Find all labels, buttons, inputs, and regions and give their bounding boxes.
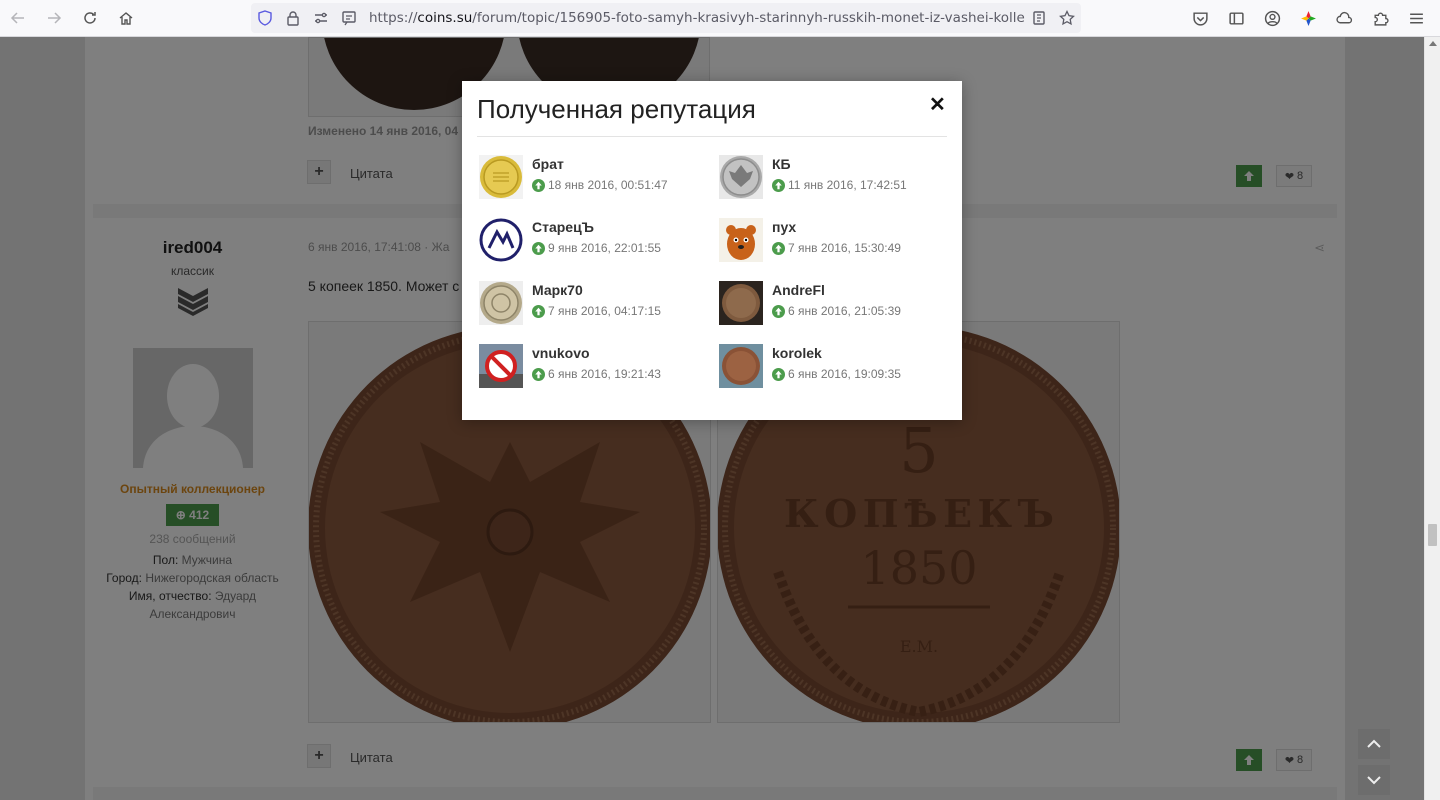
extension-colorful-icon[interactable] [1290, 0, 1326, 36]
bookmark-star-icon[interactable] [1053, 10, 1081, 26]
page-info-icon[interactable] [335, 10, 363, 26]
reload-button[interactable] [72, 0, 108, 36]
scroll-thumb[interactable] [1428, 524, 1437, 546]
arrow-up-circle-icon [532, 304, 545, 318]
user-avatar[interactable] [719, 281, 763, 325]
user-name[interactable]: брат [532, 156, 564, 172]
user-name[interactable]: пух [772, 219, 796, 235]
close-icon[interactable]: ✕ [929, 95, 946, 115]
list-item: СтарецЪ 9 янв 2016, 22:01:55 [479, 218, 709, 264]
account-icon[interactable] [1254, 0, 1290, 36]
rep-date: 7 янв 2016, 15:30:49 [772, 241, 901, 255]
user-avatar[interactable] [479, 344, 523, 388]
url-host: coins.su [417, 10, 473, 26]
hamburger-menu-icon[interactable] [1398, 0, 1434, 36]
reputation-modal: Полученная репутация ✕ брат 18 янв 2016,… [462, 81, 962, 420]
list-item: Марк70 7 янв 2016, 04:17:15 [479, 281, 709, 327]
rep-date: 6 янв 2016, 19:21:43 [532, 367, 661, 381]
user-avatar[interactable] [719, 155, 763, 199]
user-name[interactable]: Марк70 [532, 282, 583, 298]
url-bar[interactable]: https://coins.su/forum/topic/156905-foto… [251, 3, 1081, 33]
chevron-up-icon [1367, 739, 1381, 748]
user-name[interactable]: korolek [772, 345, 822, 361]
page-scrollbar[interactable] [1424, 37, 1440, 800]
list-item: vnukovo 6 янв 2016, 19:21:43 [479, 344, 709, 390]
user-avatar[interactable] [479, 218, 523, 262]
list-item: пух 7 янв 2016, 15:30:49 [719, 218, 949, 264]
extensions-puzzle-icon[interactable] [1362, 0, 1398, 36]
rep-date: 6 янв 2016, 21:05:39 [772, 304, 901, 318]
reload-icon [84, 12, 96, 24]
home-button[interactable] [108, 0, 144, 36]
url-prefix: https:// [369, 10, 418, 26]
rep-date: 11 янв 2016, 17:42:51 [772, 178, 907, 192]
list-item: брат 18 янв 2016, 00:51:47 [479, 155, 709, 201]
rep-date: 6 янв 2016, 19:09:35 [772, 367, 901, 381]
arrow-up-circle-icon [532, 178, 545, 192]
list-item: AndreFl 6 янв 2016, 21:05:39 [719, 281, 949, 327]
forward-button[interactable] [36, 0, 72, 36]
arrow-up-circle-icon [772, 304, 785, 318]
rep-date: 18 янв 2016, 00:51:47 [532, 178, 668, 192]
rep-date: 7 янв 2016, 04:17:15 [532, 304, 661, 318]
user-name[interactable]: СтарецЪ [532, 219, 594, 235]
extension-cloud-icon[interactable] [1326, 0, 1362, 36]
scroll-to-top-button[interactable] [1358, 729, 1390, 759]
user-avatar[interactable] [479, 281, 523, 325]
chevron-down-icon [1367, 776, 1381, 785]
url-text[interactable]: https://coins.su/forum/topic/156905-foto… [363, 10, 1025, 26]
modal-divider [477, 136, 947, 137]
user-avatar[interactable] [719, 218, 763, 262]
user-name[interactable]: vnukovo [532, 345, 590, 361]
list-item: korolek 6 янв 2016, 19:09:35 [719, 344, 949, 390]
user-name[interactable]: AndreFl [772, 282, 825, 298]
arrow-up-circle-icon [532, 241, 545, 255]
home-icon [119, 12, 133, 25]
back-button[interactable] [0, 0, 36, 36]
url-path: /forum/topic/156905-foto-samyh-krasivyh-… [472, 10, 1025, 26]
user-avatar[interactable] [719, 344, 763, 388]
tracking-shield-icon[interactable] [251, 10, 279, 26]
pocket-icon[interactable] [1182, 0, 1218, 36]
modal-title: Полученная репутация [477, 94, 756, 124]
arrow-up-circle-icon [532, 367, 545, 381]
user-avatar[interactable] [479, 155, 523, 199]
arrow-right-icon [48, 12, 62, 24]
user-name[interactable]: КБ [772, 156, 791, 172]
scroll-to-bottom-button[interactable] [1358, 765, 1390, 795]
reader-view-icon[interactable] [1025, 10, 1053, 26]
arrow-left-icon [10, 12, 24, 24]
arrow-up-circle-icon [772, 241, 785, 255]
sidebar-icon[interactable] [1218, 0, 1254, 36]
list-item: КБ 11 янв 2016, 17:42:51 [719, 155, 949, 201]
arrow-up-circle-icon [772, 367, 785, 381]
scroll-up-arrow-icon[interactable] [1429, 41, 1437, 46]
lock-icon[interactable] [279, 10, 307, 26]
rep-date: 9 янв 2016, 22:01:55 [532, 241, 661, 255]
browser-toolbar: https://coins.su/forum/topic/156905-foto… [0, 0, 1440, 37]
arrow-up-circle-icon [772, 178, 785, 192]
permissions-icon[interactable] [307, 10, 335, 26]
